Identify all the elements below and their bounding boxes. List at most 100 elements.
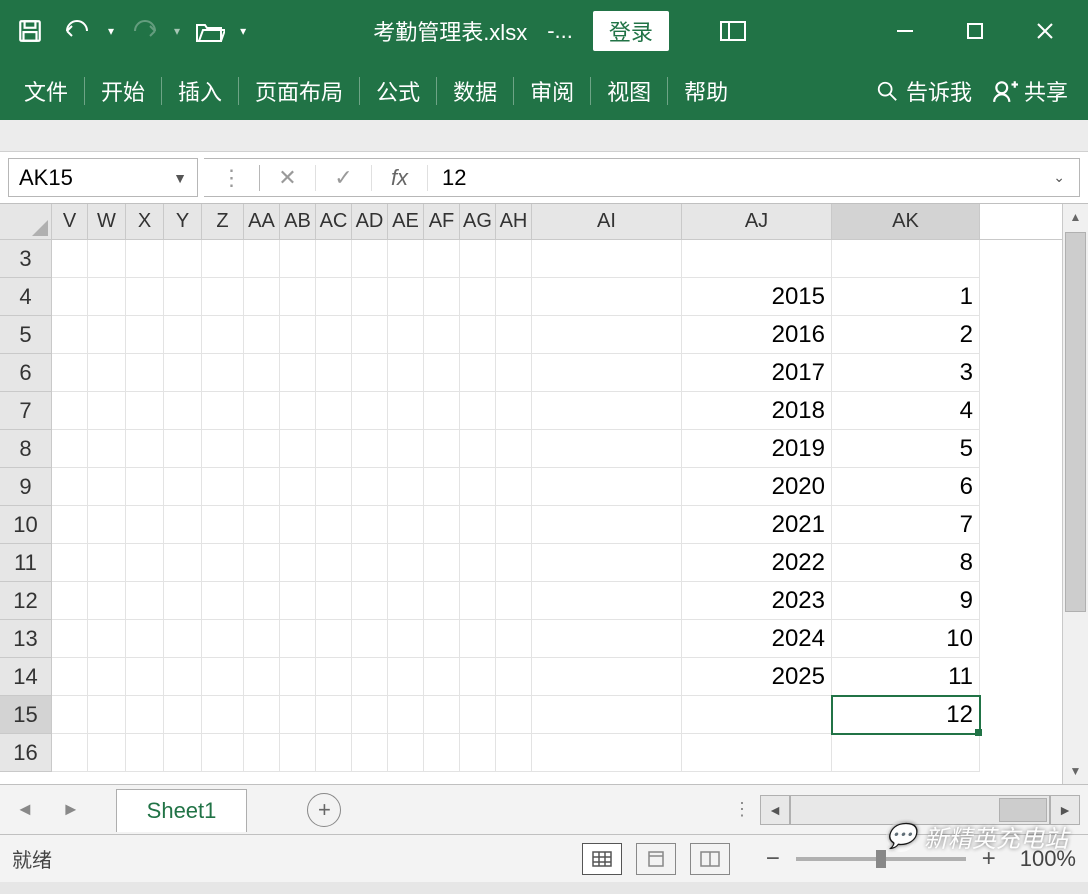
row-header[interactable]: 10: [0, 506, 52, 544]
cell[interactable]: [388, 392, 424, 430]
cell[interactable]: 2018: [682, 392, 832, 430]
cell[interactable]: [352, 696, 388, 734]
cell[interactable]: [316, 620, 352, 658]
cell[interactable]: 8: [832, 544, 980, 582]
cell[interactable]: [532, 544, 682, 582]
cell[interactable]: [352, 582, 388, 620]
cell[interactable]: 2019: [682, 430, 832, 468]
name-box[interactable]: AK15 ▼: [8, 158, 198, 197]
cell[interactable]: [202, 696, 244, 734]
cell[interactable]: [164, 696, 202, 734]
cell[interactable]: [532, 620, 682, 658]
cell[interactable]: [126, 240, 164, 278]
cell[interactable]: [388, 468, 424, 506]
cell[interactable]: [316, 544, 352, 582]
cell[interactable]: [352, 506, 388, 544]
cell[interactable]: [424, 544, 460, 582]
cell[interactable]: [280, 658, 316, 696]
cell[interactable]: [388, 506, 424, 544]
cell[interactable]: [88, 392, 126, 430]
cell[interactable]: [280, 430, 316, 468]
cell[interactable]: [244, 278, 280, 316]
cell[interactable]: [460, 658, 496, 696]
hscroll-grip-icon[interactable]: ⋮: [724, 799, 760, 820]
cell[interactable]: [88, 468, 126, 506]
tab-home[interactable]: 开始: [87, 65, 159, 117]
cell[interactable]: [244, 316, 280, 354]
cell[interactable]: [88, 734, 126, 772]
cell[interactable]: 2021: [682, 506, 832, 544]
cell[interactable]: [532, 582, 682, 620]
zoom-out-button[interactable]: −: [760, 845, 786, 873]
column-header[interactable]: AG: [460, 204, 496, 239]
cell[interactable]: [424, 506, 460, 544]
tab-file[interactable]: 文件: [10, 65, 82, 117]
column-header[interactable]: AA: [244, 204, 280, 239]
cell[interactable]: [532, 506, 682, 544]
cell[interactable]: [532, 240, 682, 278]
select-all-corner[interactable]: [0, 204, 52, 239]
cell[interactable]: [280, 734, 316, 772]
cell[interactable]: [164, 658, 202, 696]
cell[interactable]: [316, 696, 352, 734]
cell[interactable]: 12: [832, 696, 980, 734]
cell[interactable]: [496, 696, 532, 734]
column-header[interactable]: W: [88, 204, 126, 239]
cell[interactable]: 7: [832, 506, 980, 544]
cell[interactable]: [460, 506, 496, 544]
cell[interactable]: [88, 658, 126, 696]
tell-me-search[interactable]: 告诉我: [866, 75, 982, 107]
row-header[interactable]: 5: [0, 316, 52, 354]
cell[interactable]: [532, 658, 682, 696]
zoom-in-button[interactable]: +: [976, 845, 1002, 873]
horizontal-scrollbar[interactable]: ⋮ ◄ ►: [724, 795, 1088, 825]
cell[interactable]: 9: [832, 582, 980, 620]
cell[interactable]: [244, 734, 280, 772]
cell[interactable]: [316, 392, 352, 430]
cell[interactable]: [496, 468, 532, 506]
scroll-up-icon[interactable]: ▲: [1063, 204, 1088, 230]
cell[interactable]: [424, 278, 460, 316]
cell[interactable]: [424, 582, 460, 620]
cell[interactable]: [316, 506, 352, 544]
hscroll-thumb[interactable]: [999, 798, 1047, 822]
vscroll-track[interactable]: [1063, 230, 1088, 758]
cell[interactable]: [280, 240, 316, 278]
share-button[interactable]: 共享: [982, 75, 1078, 107]
cell[interactable]: [202, 316, 244, 354]
cell[interactable]: [164, 392, 202, 430]
row-header[interactable]: 3: [0, 240, 52, 278]
cell[interactable]: [52, 658, 88, 696]
cell[interactable]: [424, 468, 460, 506]
cell[interactable]: [352, 240, 388, 278]
cell[interactable]: [316, 582, 352, 620]
cell[interactable]: [460, 468, 496, 506]
cell[interactable]: [352, 392, 388, 430]
insert-function-button[interactable]: fx: [372, 165, 428, 191]
cell[interactable]: 10: [832, 620, 980, 658]
cell[interactable]: [388, 354, 424, 392]
cell[interactable]: [424, 734, 460, 772]
qat-customize-icon[interactable]: ▾: [236, 24, 250, 38]
cell[interactable]: [352, 734, 388, 772]
cell[interactable]: [202, 468, 244, 506]
cell[interactable]: [164, 620, 202, 658]
zoom-thumb[interactable]: [876, 850, 886, 868]
cell[interactable]: [316, 278, 352, 316]
cell[interactable]: 2023: [682, 582, 832, 620]
cell[interactable]: [126, 620, 164, 658]
cell[interactable]: 11: [832, 658, 980, 696]
cell[interactable]: [460, 734, 496, 772]
cell[interactable]: [460, 392, 496, 430]
cell[interactable]: [88, 544, 126, 582]
column-header[interactable]: Z: [202, 204, 244, 239]
cell[interactable]: 2015: [682, 278, 832, 316]
cell[interactable]: [532, 468, 682, 506]
cell[interactable]: 6: [832, 468, 980, 506]
cell[interactable]: [424, 316, 460, 354]
cell[interactable]: [388, 620, 424, 658]
cell[interactable]: [280, 392, 316, 430]
tab-data[interactable]: 数据: [439, 65, 511, 117]
cell[interactable]: [496, 354, 532, 392]
column-header[interactable]: AI: [532, 204, 682, 239]
